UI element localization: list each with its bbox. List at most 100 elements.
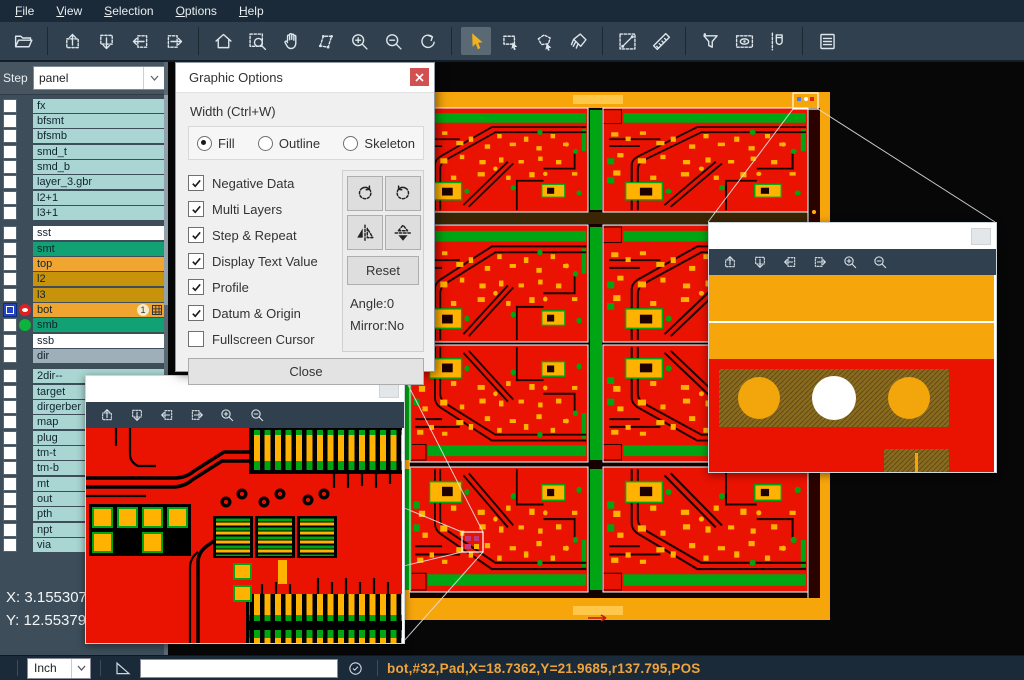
layer-visibility-checkbox-mt[interactable] (3, 477, 17, 491)
magnifier-tool-zoom-in[interactable] (215, 404, 239, 426)
tool-select-arrow[interactable] (461, 27, 491, 55)
magnifier-tool-move-left[interactable] (778, 251, 802, 273)
magnifier-tool-move-up[interactable] (95, 404, 119, 426)
tool-select-rect[interactable] (495, 27, 525, 55)
layer-row-smt[interactable]: smt (0, 241, 168, 256)
sync-icon[interactable] (347, 660, 364, 677)
layer-visibility-checkbox-smb[interactable] (3, 318, 17, 332)
tool-home[interactable] (208, 27, 238, 55)
magnifier-tool-move-up[interactable] (718, 251, 742, 273)
layer-visibility-checkbox-smt[interactable] (3, 242, 17, 256)
layer-visibility-checkbox-bfsmt[interactable] (3, 114, 17, 128)
dialog-titlebar[interactable]: Graphic Options (176, 63, 434, 93)
layer-row-l3[interactable]: l3 (0, 287, 168, 302)
layer-visibility-checkbox-bot[interactable] (3, 303, 17, 317)
layer-visibility-checkbox-l2[interactable] (3, 272, 17, 286)
magnifier-tool-zoom-out[interactable] (245, 404, 269, 426)
layer-row-bfsmb[interactable]: bfsmb (0, 129, 168, 144)
magnifier-window-2[interactable] (708, 222, 997, 473)
tool-highlight-view[interactable] (729, 27, 759, 55)
layer-row-bot[interactable]: bot1 (0, 302, 168, 317)
layer-visibility-checkbox-plug[interactable] (3, 431, 17, 445)
graphic-options-dialog[interactable]: Graphic Options Width (Ctrl+W) FillOutli… (175, 62, 435, 372)
menu-item-view[interactable]: View (45, 0, 93, 22)
rotate-ccw-button[interactable] (385, 176, 421, 211)
tool-measure-ruler[interactable] (646, 27, 676, 55)
dialog-close-button[interactable] (410, 68, 429, 86)
layer-visibility-checkbox-map[interactable] (3, 415, 17, 429)
width-radio-outline[interactable]: Outline (258, 136, 320, 151)
layer-row-smd-b[interactable]: smd_b (0, 159, 168, 174)
magnifier-window-1[interactable] (85, 375, 405, 644)
tool-zoom-out[interactable] (378, 27, 408, 55)
option-checkbox-step-repeat[interactable]: Step & Repeat (188, 222, 342, 248)
layer-visibility-checkbox-out[interactable] (3, 492, 17, 506)
layer-visibility-checkbox-via[interactable] (3, 538, 17, 552)
step-select[interactable]: panel (33, 66, 165, 90)
option-checkbox-fullscreen-cursor[interactable]: Fullscreen Cursor (188, 326, 342, 352)
option-checkbox-datum-origin[interactable]: Datum & Origin (188, 300, 342, 326)
menu-item-file[interactable]: File (4, 0, 45, 22)
magnifier-tool-zoom-out[interactable] (868, 251, 892, 273)
option-checkbox-multi-layers[interactable]: Multi Layers (188, 196, 342, 222)
width-radio-fill[interactable]: Fill (197, 136, 235, 151)
layer-row-ssb[interactable]: ssb (0, 333, 168, 348)
rotate-cw-button[interactable] (347, 176, 383, 211)
layer-visibility-checkbox-npt[interactable] (3, 523, 17, 537)
layer-row-smd-t[interactable]: smd_t (0, 144, 168, 159)
menu-item-help[interactable]: Help (228, 0, 275, 22)
mirror-horizontal-button[interactable] (347, 215, 383, 250)
layer-visibility-checkbox-dirgerber[interactable] (3, 400, 17, 414)
layer-row-l2-1[interactable]: l2+1 (0, 190, 168, 205)
tool-open-folder[interactable] (8, 27, 38, 55)
tool-move-left[interactable] (125, 27, 155, 55)
layer-row-fx[interactable]: fx (0, 98, 168, 113)
layer-visibility-checkbox-smd-b[interactable] (3, 160, 17, 174)
magnifier-tool-move-down[interactable] (125, 404, 149, 426)
tool-zoom-window[interactable] (242, 27, 272, 55)
tool-snap-magnet[interactable] (763, 27, 793, 55)
command-input[interactable] (140, 659, 338, 678)
magnifier-tool-move-right[interactable] (808, 251, 832, 273)
tool-move-right[interactable] (159, 27, 189, 55)
menu-item-options[interactable]: Options (165, 0, 228, 22)
tool-move-up[interactable] (57, 27, 87, 55)
layer-visibility-checkbox-ssb[interactable] (3, 334, 17, 348)
width-radio-skeleton[interactable]: Skeleton (343, 136, 415, 151)
reset-button[interactable]: Reset (347, 256, 419, 285)
magnifier-2-titlebar[interactable] (709, 223, 996, 249)
tool-pan-hand[interactable] (276, 27, 306, 55)
layer-visibility-checkbox-l3-1[interactable] (3, 206, 17, 220)
layer-visibility-checkbox-l2-1[interactable] (3, 191, 17, 205)
layer-row-l3-1[interactable]: l3+1 (0, 205, 168, 220)
angle-mode-icon[interactable] (114, 659, 132, 677)
magnifier-tool-move-left[interactable] (155, 404, 179, 426)
layer-visibility-checkbox-pth[interactable] (3, 507, 17, 521)
tool-zoom-free[interactable] (310, 27, 340, 55)
tool-zoom-previous[interactable] (412, 27, 442, 55)
layer-row-sst[interactable]: sst (0, 226, 168, 241)
option-checkbox-profile[interactable]: Profile (188, 274, 342, 300)
tool-layer-table[interactable] (812, 27, 842, 55)
magnifier-tool-move-down[interactable] (748, 251, 772, 273)
layer-visibility-checkbox-sst[interactable] (3, 226, 17, 240)
layer-row-l2[interactable]: l2 (0, 272, 168, 287)
layer-row-dir[interactable]: dir (0, 349, 168, 364)
layer-visibility-checkbox-bfsmb[interactable] (3, 129, 17, 143)
option-checkbox-display-text-value[interactable]: Display Text Value (188, 248, 342, 274)
layer-row-smb[interactable]: smb (0, 318, 168, 333)
layer-visibility-checkbox-l3[interactable] (3, 288, 17, 302)
tool-clean-brush[interactable] (563, 27, 593, 55)
tool-filter[interactable] (695, 27, 725, 55)
layer-visibility-checkbox-smd-t[interactable] (3, 145, 17, 159)
layer-row-bfsmt[interactable]: bfsmt (0, 113, 168, 128)
layer-visibility-checkbox-top[interactable] (3, 257, 17, 271)
close-button[interactable]: Close (188, 358, 424, 385)
option-checkbox-negative-data[interactable]: Negative Data (188, 170, 342, 196)
layer-visibility-checkbox-target[interactable] (3, 385, 17, 399)
mirror-vertical-button[interactable] (385, 215, 421, 250)
magnifier-tool-move-right[interactable] (185, 404, 209, 426)
tool-move-down[interactable] (91, 27, 121, 55)
layer-row-top[interactable]: top (0, 256, 168, 271)
magnifier-2-close-button[interactable] (971, 228, 991, 245)
